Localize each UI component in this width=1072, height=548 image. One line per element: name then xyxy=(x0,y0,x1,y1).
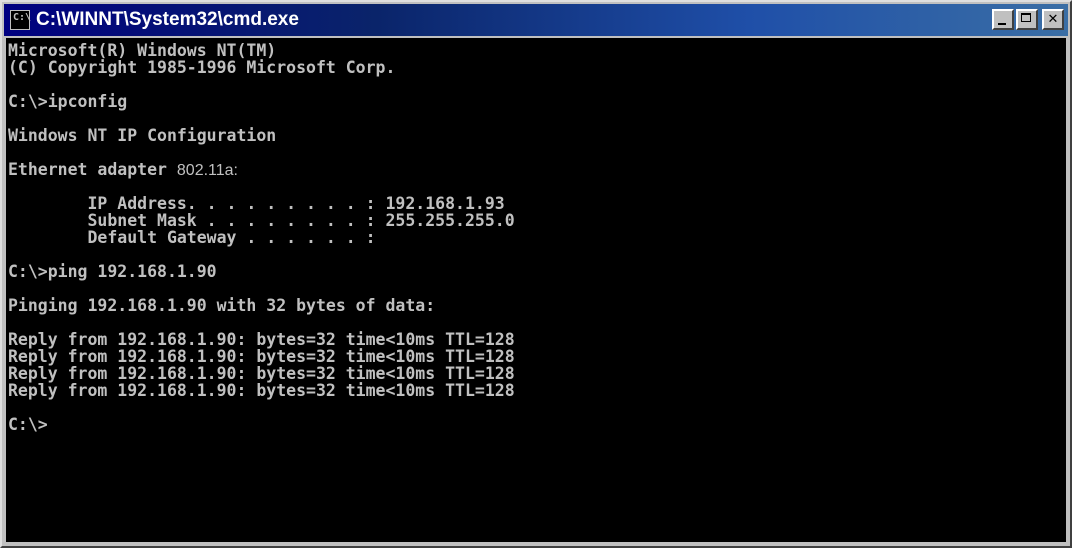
minimize-button[interactable] xyxy=(992,9,1014,30)
subnet-mask-line: Subnet Mask . . . . . . . . : 255.255.25… xyxy=(8,211,515,230)
window-controls: ✕ xyxy=(992,9,1064,30)
minimize-icon xyxy=(998,23,1006,25)
adapter-prefix: Ethernet adapter xyxy=(8,160,177,179)
banner-line-1: Microsoft(R) Windows NT(TM) xyxy=(8,41,277,60)
cmd-icon[interactable]: C:\ xyxy=(10,10,32,30)
pinging-line: Pinging 192.168.1.90 with 32 bytes of da… xyxy=(8,296,436,315)
close-icon: ✕ xyxy=(1047,12,1059,27)
banner-line-2: (C) Copyright 1985-1996 Microsoft Corp. xyxy=(8,58,396,77)
adapter-line: Ethernet adapter 802.11a: xyxy=(8,160,1066,179)
maximize-button[interactable] xyxy=(1016,9,1038,30)
reply-line: Reply from 192.168.1.90: bytes=32 time<1… xyxy=(8,381,515,400)
cmd-icon-glyph: C:\ xyxy=(13,12,32,23)
adapter-suffix: : xyxy=(233,162,238,179)
command-prompt[interactable]: C:\> xyxy=(8,416,1066,433)
ip-address-line: IP Address. . . . . . . . . : 192.168.1.… xyxy=(8,194,505,213)
reply-line: Reply from 192.168.1.90: bytes=32 time<1… xyxy=(8,364,515,383)
reply-line: Reply from 192.168.1.90: bytes=32 time<1… xyxy=(8,330,515,349)
config-title: Windows NT IP Configuration xyxy=(8,126,277,145)
reply-line: Reply from 192.168.1.90: bytes=32 time<1… xyxy=(8,347,515,366)
command-ipconfig: C:\>ipconfig xyxy=(8,92,128,111)
title-bar[interactable]: C:\ C:\WINNT\System32\cmd.exe ✕ xyxy=(4,4,1068,36)
default-gateway-line: Default Gateway . . . . . . : xyxy=(8,228,376,247)
command-ping: C:\>ping 192.168.1.90 xyxy=(8,262,217,281)
adapter-name: 802.11a xyxy=(176,162,234,179)
window-title: C:\WINNT\System32\cmd.exe xyxy=(36,9,299,30)
console-output[interactable]: Microsoft(R) Windows NT(TM) (C) Copyrigh… xyxy=(6,38,1066,542)
close-button[interactable]: ✕ xyxy=(1042,9,1064,30)
cmd-window: C:\ C:\WINNT\System32\cmd.exe ✕ Microsof… xyxy=(0,0,1072,548)
maximize-icon xyxy=(1021,13,1031,22)
